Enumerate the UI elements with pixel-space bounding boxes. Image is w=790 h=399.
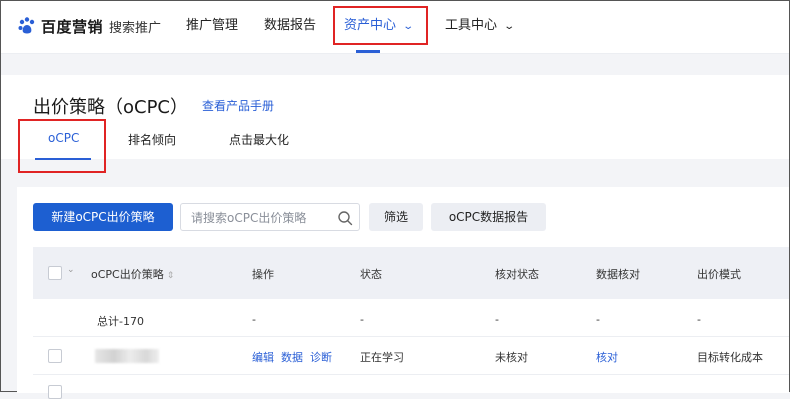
logo[interactable]: 百度营销 搜索推广 [17, 15, 161, 37]
strategy-search-box[interactable] [180, 203, 360, 231]
highlight-box-tab [18, 119, 106, 173]
strategy-name-redacted[interactable] [95, 349, 159, 363]
column-header-actions: 操作 [252, 268, 274, 281]
total-actions: - [252, 313, 256, 326]
column-header-bid-mode: 出价模式 [697, 268, 741, 281]
select-all-checkbox[interactable] [48, 266, 62, 280]
column-header-status: 状态 [360, 268, 382, 281]
tab-click-maximization[interactable]: 点击最大化 [229, 131, 289, 148]
column-header-label: oCPC出价策略 [91, 268, 164, 281]
column-header-data-check: 数据核对 [596, 268, 640, 281]
sort-icon[interactable]: ⇕ [167, 271, 175, 281]
nav-item-tool-center[interactable]: 工具中心 ⌄ [445, 16, 516, 36]
total-data-check: - [596, 313, 600, 326]
nav-item-label: 数据报告 [264, 18, 317, 33]
ocpc-data-report-button[interactable]: oCPC数据报告 [431, 203, 546, 231]
data-link[interactable]: 数据 [281, 349, 303, 365]
total-check-status: - [495, 313, 499, 326]
diagnose-link[interactable]: 诊断 [310, 349, 332, 365]
chevron-down-icon: ⌄ [503, 21, 516, 32]
strategy-search-input[interactable] [191, 209, 336, 227]
column-header-strategy[interactable]: oCPC出价策略 ⇕ [91, 266, 174, 282]
new-ocpc-strategy-button[interactable]: 新建oCPC出价策略 [33, 203, 173, 231]
table-row [33, 375, 789, 399]
total-status: - [360, 313, 364, 326]
nav-item-data-report[interactable]: 数据报告 [264, 16, 316, 36]
brand-name: 百度营销 [41, 17, 104, 36]
brand-subtitle: 搜索推广 [109, 20, 162, 36]
nav-item-label: 工具中心 [445, 18, 498, 33]
chevron-down-icon[interactable]: ⌄ [67, 265, 75, 275]
total-bid-mode: - [697, 313, 701, 326]
search-icon[interactable] [337, 210, 353, 226]
row-data-check-link[interactable]: 核对 [596, 349, 618, 365]
page-title: 出价策略（oCPC） [33, 97, 189, 118]
edit-link[interactable]: 编辑 [252, 349, 274, 365]
row-checkbox[interactable] [48, 385, 62, 399]
filter-button[interactable]: 筛选 [369, 203, 423, 231]
highlight-box-nav [333, 6, 428, 45]
baidu-paw-icon [18, 17, 35, 34]
page-header: 出价策略（oCPC） 查看产品手册 oCPC 排名倾向 点击最大化 [1, 75, 789, 160]
table-header: ⌄ oCPC出价策略 ⇕ 操作 状态 核对状态 数据核对 出价模式 [33, 247, 789, 299]
nav-item-promotion-management[interactable]: 推广管理 [186, 16, 238, 36]
row-status: 正在学习 [360, 351, 404, 364]
tab-rank-preference[interactable]: 排名倾向 [128, 131, 176, 148]
product-manual-link[interactable]: 查看产品手册 [202, 97, 274, 114]
table-total-row: 总计-170 - - - - - [33, 299, 789, 337]
row-checkbox[interactable] [48, 349, 62, 363]
column-header-check-status: 核对状态 [495, 268, 539, 281]
nav-active-indicator [356, 50, 380, 53]
row-bid-mode: 目标转化成本 [697, 351, 763, 364]
table-row: 编辑 数据 诊断 正在学习 未核对 核对 目标转化成本 [33, 337, 789, 375]
total-count: 总计-170 [97, 315, 144, 328]
row-check-status: 未核对 [495, 351, 528, 364]
nav-item-label: 推广管理 [186, 18, 239, 33]
strategy-list-card: 新建oCPC出价策略 筛选 oCPC数据报告 ⌄ oCPC出价策略⇕ 操作 状态… [17, 187, 789, 399]
